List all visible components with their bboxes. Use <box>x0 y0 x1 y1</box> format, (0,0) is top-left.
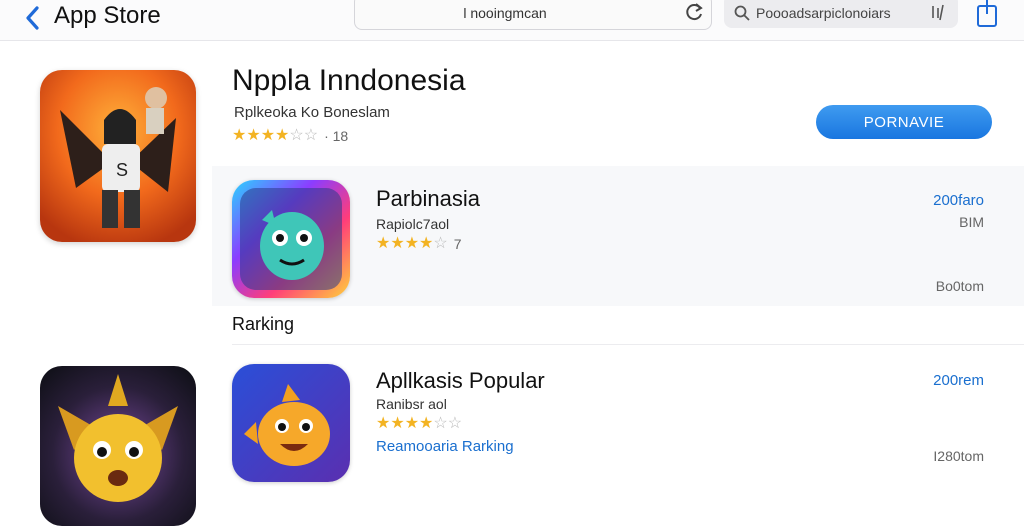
search-field[interactable]: Poooadsarpiclonoiars <box>724 0 958 28</box>
back-chevron-icon[interactable] <box>22 4 44 32</box>
divider <box>232 344 1024 345</box>
top-bar: App Store l nooingmcan Poooadsarpiclonoi… <box>0 0 1024 41</box>
star-icon: ☆ <box>433 235 448 252</box>
star-icon: ★ <box>376 415 391 432</box>
reload-icon[interactable] <box>683 1 705 23</box>
star-icon: ★ <box>260 127 276 144</box>
rating-count: 7 <box>453 236 462 252</box>
star-icon: ★ <box>246 127 261 144</box>
address-text[interactable]: l nooingmcan <box>355 5 655 21</box>
search-text[interactable]: Poooadsarpiclonoiars <box>756 5 891 21</box>
price-label[interactable]: 200faro <box>933 192 984 209</box>
featured-rating: ★ ★ ★ ★ ☆ ☆ · 18 <box>232 127 349 145</box>
star-icon: ☆ <box>433 415 448 432</box>
star-icon: ☆ <box>447 415 463 432</box>
app-icon[interactable] <box>232 364 350 482</box>
ranking-link[interactable]: Reamooaria Rarking <box>376 438 514 455</box>
search-icon <box>734 5 750 21</box>
rating-count: · 18 <box>324 128 349 144</box>
meta-label: Bo0tom <box>935 278 984 294</box>
get-button[interactable]: PORNAVIE <box>816 105 992 139</box>
list-item-rating: ★ ★ ★ ★ ☆ 7 <box>376 235 462 253</box>
list-item-title[interactable]: Apllkasis Popular <box>376 368 545 394</box>
list-item-subtitle: Ranibsr aol <box>376 396 447 412</box>
star-icon: ☆ <box>289 127 304 144</box>
star-icon: ★ <box>404 415 420 432</box>
star-icon: ★ <box>376 235 391 252</box>
price-label[interactable]: 200rem <box>933 372 984 389</box>
svg-text:S: S <box>116 160 128 180</box>
list-item-title[interactable]: Parbinasia <box>376 186 480 212</box>
microphone-icon[interactable] <box>928 4 948 22</box>
meta-label: I280tom <box>933 448 984 464</box>
app-icon[interactable] <box>40 366 196 526</box>
star-icon: ☆ <box>303 127 319 144</box>
star-icon: ★ <box>419 415 434 432</box>
star-icon: ★ <box>275 127 290 144</box>
share-icon[interactable] <box>976 0 998 28</box>
featured-app-subtitle: Rplkeoka Ko Boneslam <box>234 104 390 121</box>
list-item-rating: ★ ★ ★ ★ ☆ ☆ <box>376 416 462 432</box>
star-icon: ★ <box>390 415 405 432</box>
list-item-subtitle: Rapiolc7aol <box>376 216 450 232</box>
address-field[interactable]: l nooingmcan <box>354 0 712 30</box>
meta-label: BIM <box>959 214 984 230</box>
featured-app-title[interactable]: Nppla Inndonesia <box>232 64 466 98</box>
star-icon: ★ <box>419 235 434 252</box>
section-heading: Rarking <box>232 314 295 334</box>
featured-app-icon[interactable]: S <box>40 70 196 242</box>
app-icon[interactable] <box>232 180 350 298</box>
star-icon: ★ <box>390 235 405 252</box>
star-icon: ★ <box>404 235 420 252</box>
app-title: App Store <box>54 2 161 29</box>
star-icon: ★ <box>232 127 247 144</box>
